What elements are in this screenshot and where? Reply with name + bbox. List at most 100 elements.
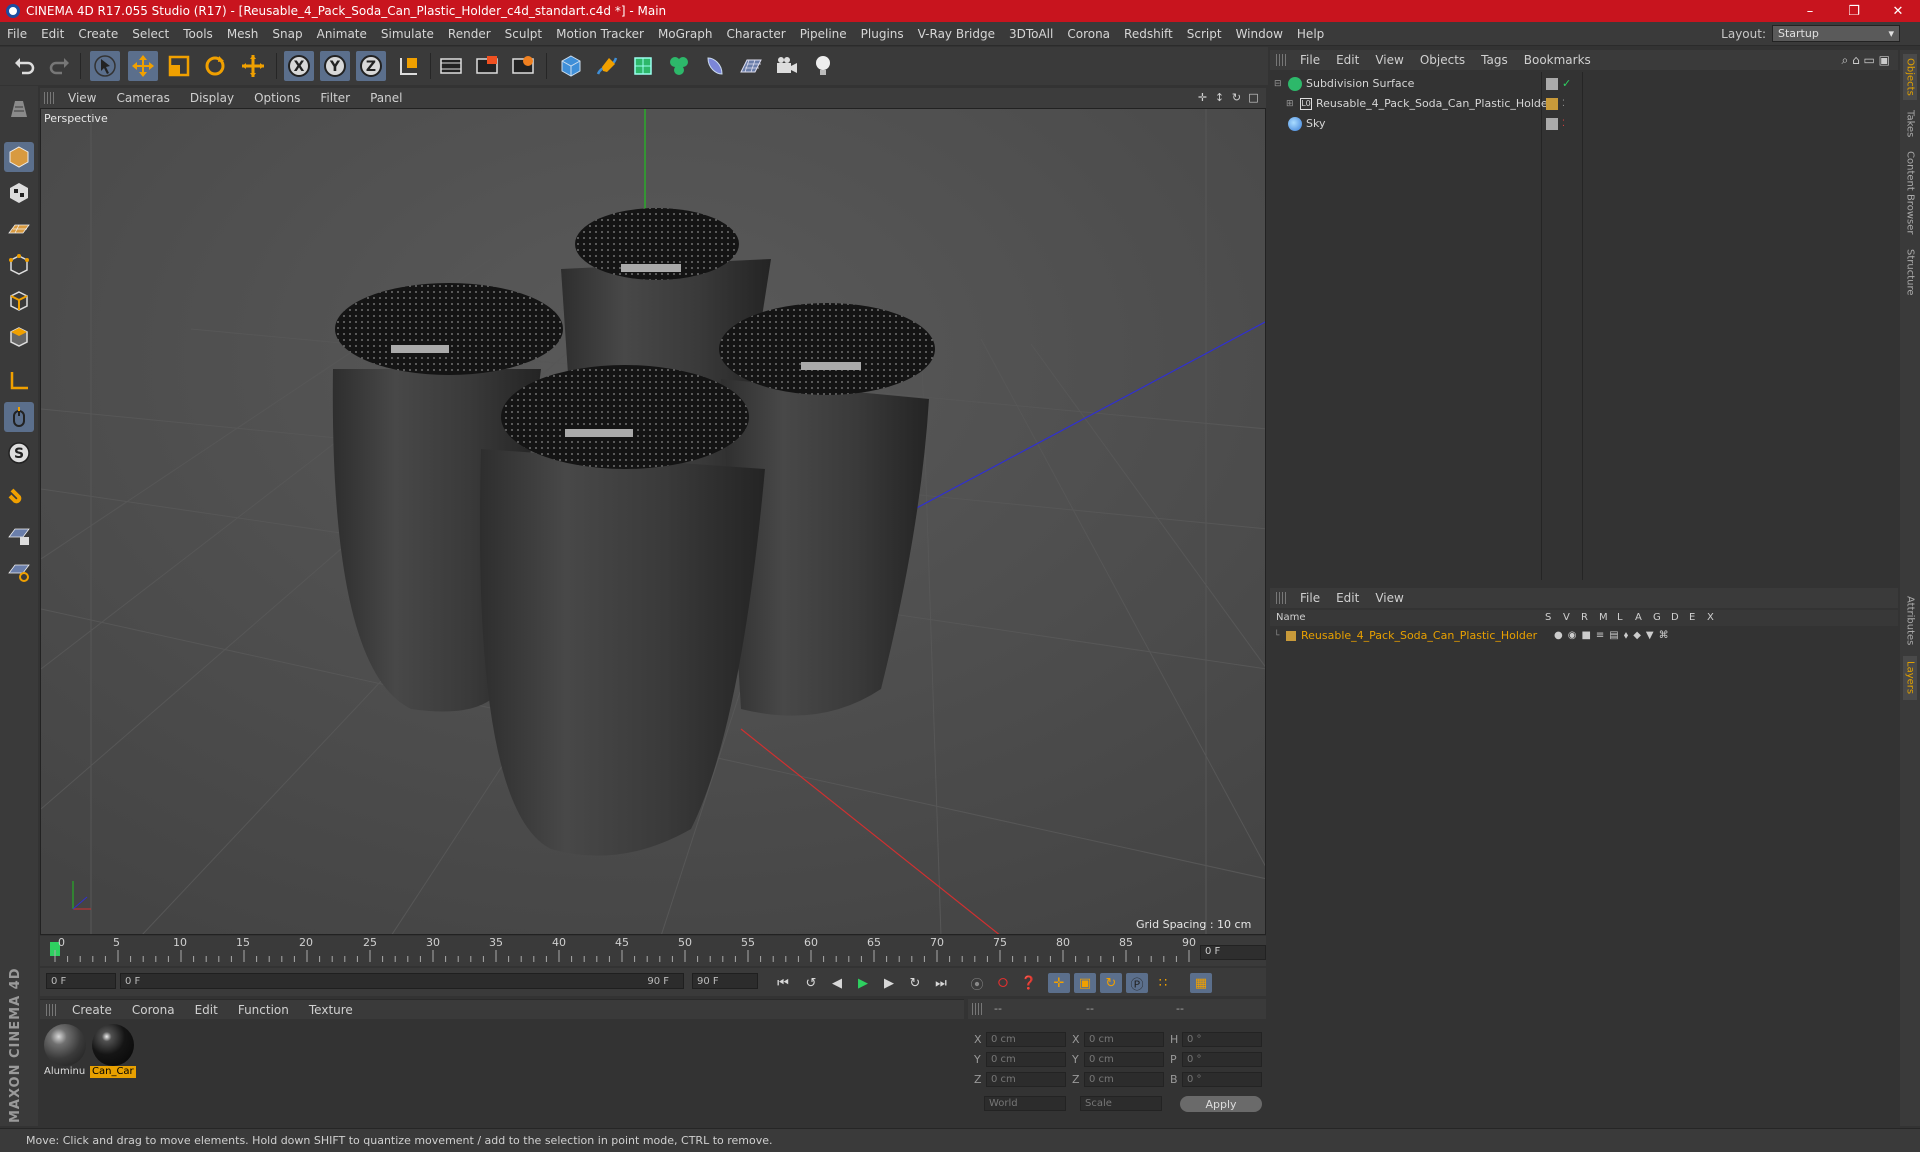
- lock-workplane-icon[interactable]: [4, 520, 34, 550]
- coordinate-system-icon[interactable]: [394, 51, 424, 81]
- floor-grid-icon[interactable]: [736, 51, 766, 81]
- render-picture-viewer-icon[interactable]: [472, 51, 502, 81]
- material-menu-edit[interactable]: Edit: [185, 1003, 228, 1017]
- key-position-icon[interactable]: ✛: [1048, 973, 1070, 993]
- viewport-menu-options[interactable]: Options: [244, 91, 310, 105]
- objects-menu-objects[interactable]: Objects: [1412, 53, 1473, 67]
- size-y-field[interactable]: 0 cm: [1084, 1052, 1164, 1067]
- start-frame-field[interactable]: 0 F: [46, 973, 116, 989]
- redo-icon[interactable]: [44, 51, 74, 81]
- tab-content-browser[interactable]: Content Browser: [1903, 148, 1917, 238]
- menu-motion-tracker[interactable]: Motion Tracker: [549, 27, 651, 41]
- move-icon[interactable]: [128, 51, 158, 81]
- render-settings-icon[interactable]: [508, 51, 538, 81]
- model-mode-icon[interactable]: [4, 142, 34, 172]
- go-to-end-icon[interactable]: ⏭: [930, 973, 952, 993]
- timeline-ruler[interactable]: 0 5 10 15 20 25 30 35 40 45 50 55 60 65 …: [40, 936, 1266, 966]
- menu-create[interactable]: Create: [71, 27, 125, 41]
- tab-takes[interactable]: Takes: [1903, 106, 1917, 142]
- layer-col-view[interactable]: V: [1563, 612, 1570, 623]
- scale-icon[interactable]: [164, 51, 194, 81]
- layer-row[interactable]: └ Reusable_4_Pack_Soda_Can_Plastic_Holde…: [1274, 626, 1894, 645]
- rotation-h-field[interactable]: 0 °: [1182, 1032, 1262, 1047]
- live-selection-icon[interactable]: [238, 51, 268, 81]
- x-axis-icon[interactable]: X: [284, 51, 314, 81]
- end-frame-field[interactable]: 90 F: [692, 973, 758, 989]
- viewport-menu-cameras[interactable]: Cameras: [106, 91, 179, 105]
- coordinate-mode-dropdown[interactable]: World: [984, 1096, 1066, 1111]
- material-swatch[interactable]: Can_Car: [90, 1024, 136, 1080]
- orbit-view-icon[interactable]: ↻: [1230, 91, 1243, 104]
- menu-animate[interactable]: Animate: [310, 27, 374, 41]
- menu-redshift[interactable]: Redshift: [1117, 27, 1180, 41]
- layer-col-locked[interactable]: L: [1617, 612, 1623, 623]
- texture-mode-icon[interactable]: [4, 178, 34, 208]
- timeline-window-icon[interactable]: ▦: [1190, 973, 1212, 993]
- dolly-view-icon[interactable]: ↕: [1213, 91, 1226, 104]
- tab-attributes[interactable]: Attributes: [1903, 590, 1917, 652]
- rotation-b-field[interactable]: 0 °: [1182, 1072, 1262, 1087]
- layer-col-xrefs[interactable]: X: [1707, 612, 1714, 623]
- menu-mograph[interactable]: MoGraph: [651, 27, 720, 41]
- visibility-dots-icon[interactable]: ⁚: [1562, 99, 1565, 109]
- object-row[interactable]: Sky ⁚: [1274, 114, 1894, 133]
- viewport-menu-filter[interactable]: Filter: [310, 91, 360, 105]
- menu-vray-bridge[interactable]: V-Ray Bridge: [911, 27, 1002, 41]
- position-z-field[interactable]: 0 cm: [986, 1072, 1066, 1087]
- menu-character[interactable]: Character: [719, 27, 792, 41]
- position-x-field[interactable]: 0 cm: [986, 1032, 1066, 1047]
- solo-icon[interactable]: S: [4, 438, 34, 468]
- layer-col-deformers[interactable]: D: [1671, 612, 1679, 623]
- rotate-icon[interactable]: [200, 51, 230, 81]
- material-menu-function[interactable]: Function: [228, 1003, 299, 1017]
- layers-menu-view[interactable]: View: [1367, 591, 1411, 605]
- objects-menu-file[interactable]: File: [1292, 53, 1328, 67]
- cube-primitive-icon[interactable]: [556, 51, 586, 81]
- mograph-cloner-icon[interactable]: [664, 51, 694, 81]
- objects-menu-tags[interactable]: Tags: [1473, 53, 1516, 67]
- polygons-mode-icon[interactable]: [4, 322, 34, 352]
- workplane-icon[interactable]: [4, 214, 34, 244]
- layer-color-swatch[interactable]: [1286, 630, 1296, 641]
- menu-file[interactable]: File: [0, 27, 34, 41]
- size-mode-dropdown[interactable]: Scale: [1080, 1096, 1162, 1111]
- next-key-icon[interactable]: ↻: [904, 973, 926, 993]
- apply-button[interactable]: Apply: [1180, 1096, 1262, 1112]
- viewport-menu-display[interactable]: Display: [180, 91, 244, 105]
- layers-menu-edit[interactable]: Edit: [1328, 591, 1367, 605]
- current-frame-field[interactable]: 0 F: [1200, 945, 1266, 960]
- make-editable-icon[interactable]: [4, 94, 34, 124]
- menu-snap[interactable]: Snap: [265, 27, 309, 41]
- menu-3dtoall[interactable]: 3DToAll: [1002, 27, 1060, 41]
- play-icon[interactable]: ▶: [852, 973, 874, 993]
- layer-col-generators[interactable]: G: [1653, 612, 1661, 623]
- menu-tools[interactable]: Tools: [176, 27, 220, 41]
- layers-menu-file[interactable]: File: [1292, 591, 1328, 605]
- pan-view-icon[interactable]: ✛: [1196, 91, 1209, 104]
- points-mode-icon[interactable]: [4, 250, 34, 280]
- key-point-level-icon[interactable]: ∷: [1152, 973, 1174, 993]
- z-axis-icon[interactable]: Z: [356, 51, 386, 81]
- layer-col-expressions[interactable]: E: [1689, 612, 1695, 623]
- layer-toggle-icons[interactable]: ●◉■≡▤⬧◆▼⌘: [1554, 630, 1674, 641]
- layer-col-render[interactable]: R: [1581, 612, 1588, 623]
- keyframe-selection-icon[interactable]: ❓: [1018, 973, 1040, 993]
- size-z-field[interactable]: 0 cm: [1084, 1072, 1164, 1087]
- objects-menu-bookmarks[interactable]: Bookmarks: [1516, 53, 1599, 67]
- menu-help[interactable]: Help: [1290, 27, 1331, 41]
- undo-icon[interactable]: [10, 51, 40, 81]
- visibility-dots-icon[interactable]: ⁚: [1562, 119, 1565, 129]
- objects-menu-view[interactable]: View: [1367, 53, 1411, 67]
- maximize-view-icon[interactable]: □: [1247, 91, 1260, 104]
- tweak-mode-icon[interactable]: [4, 402, 34, 432]
- camera-icon[interactable]: [772, 51, 802, 81]
- material-menu-create[interactable]: Create: [62, 1003, 122, 1017]
- menu-plugins[interactable]: Plugins: [854, 27, 911, 41]
- size-x-field[interactable]: 0 cm: [1084, 1032, 1164, 1047]
- key-rotation-icon[interactable]: ↻: [1100, 973, 1122, 993]
- key-scale-icon[interactable]: ▣: [1074, 973, 1096, 993]
- menu-sculpt[interactable]: Sculpt: [498, 27, 549, 41]
- material-menu-corona[interactable]: Corona: [122, 1003, 185, 1017]
- restore-icon[interactable]: ❐: [1832, 0, 1876, 22]
- go-to-start-icon[interactable]: ⏮: [772, 973, 794, 993]
